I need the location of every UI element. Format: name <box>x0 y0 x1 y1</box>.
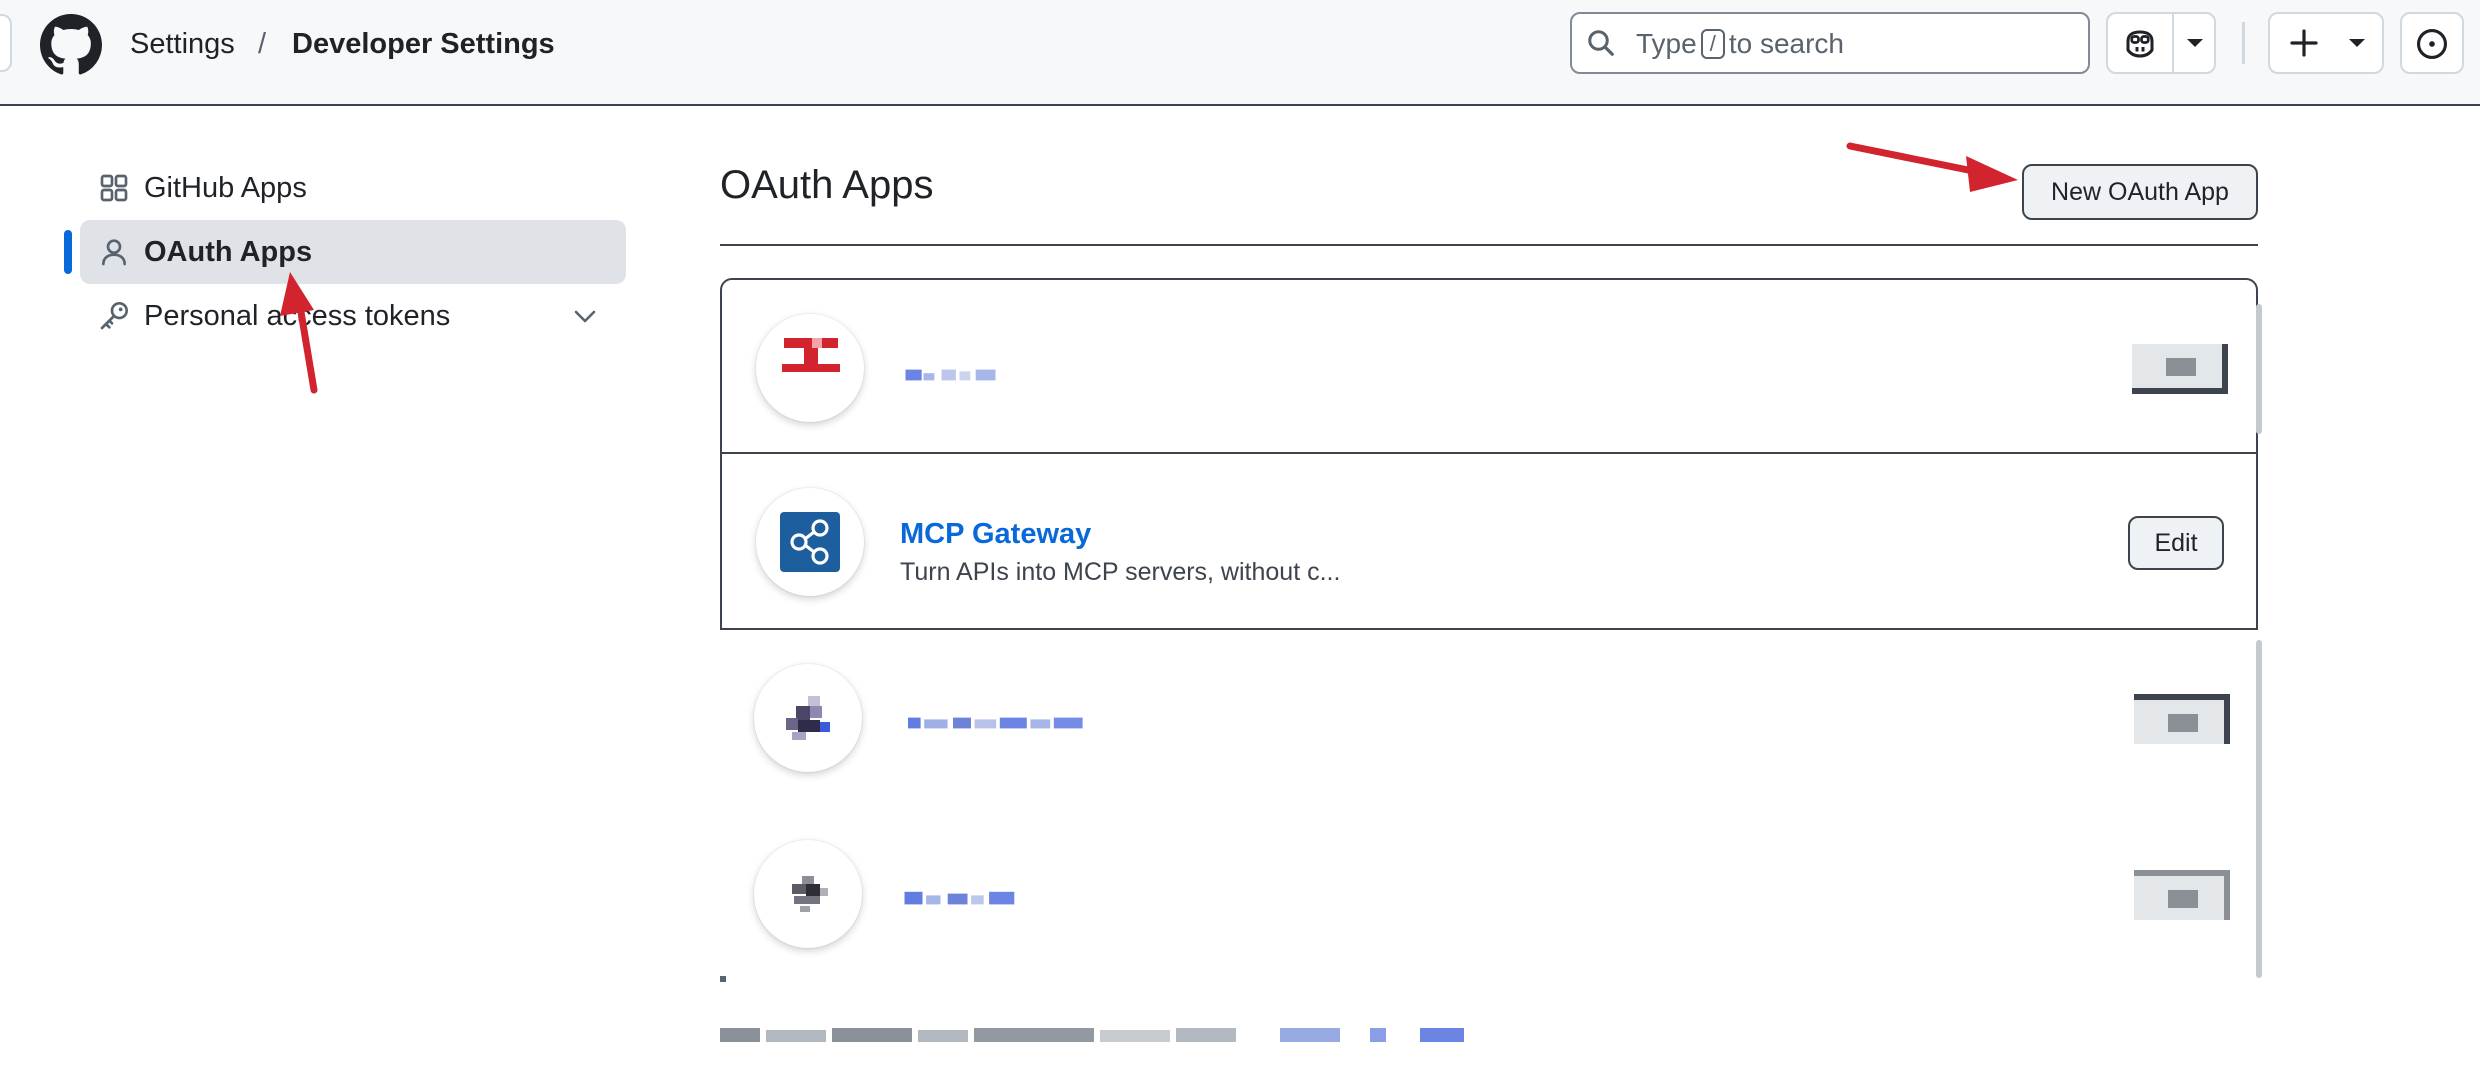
app-logo-icon <box>782 338 840 372</box>
list-end-marker <box>720 976 726 982</box>
sidebar-item-github-apps[interactable]: GitHub Apps <box>80 156 626 220</box>
app-avatar <box>756 488 864 596</box>
list-item <box>720 278 2258 454</box>
app-avatar <box>756 314 864 422</box>
apps-grid-icon <box>100 174 128 202</box>
issues-button[interactable] <box>2400 12 2464 74</box>
edit-button[interactable] <box>2134 694 2230 744</box>
list-item <box>720 630 2258 806</box>
search-icon <box>1588 30 1614 56</box>
blurred-app-name <box>904 891 1015 905</box>
sidebar-item-oauth-apps[interactable]: OAuth Apps <box>80 220 626 284</box>
new-oauth-app-button[interactable]: New OAuth App <box>2022 164 2258 220</box>
arrow-to-new-oauth-app <box>1846 142 2018 192</box>
blurred-footer-text <box>720 1028 1464 1042</box>
edit-button[interactable] <box>2134 870 2230 920</box>
oauth-apps-list: MCP Gateway Turn APIs into MCP servers, … <box>720 278 2258 978</box>
app-logo-icon <box>792 876 828 912</box>
breadcrumb-developer-settings[interactable]: Developer Settings <box>292 26 555 62</box>
create-new-button[interactable] <box>2268 12 2384 74</box>
sidebar-item-label: Personal access tokens <box>144 300 451 332</box>
sidebar-item-label: OAuth Apps <box>144 236 313 268</box>
chevron-down-icon[interactable] <box>2184 36 2206 50</box>
person-icon <box>102 239 126 266</box>
sidebar-item-personal-access-tokens[interactable]: Personal access tokens <box>80 284 626 348</box>
top-header: Settings / Developer Settings Type / to se… <box>0 0 2480 106</box>
edit-button[interactable] <box>2132 344 2228 394</box>
search-prefix: Type <box>1636 28 1697 59</box>
sidebar-toggle-button[interactable] <box>0 14 12 72</box>
key-icon <box>100 302 128 330</box>
active-indicator <box>64 230 72 274</box>
sidebar-item-label: GitHub Apps <box>144 172 307 204</box>
blurred-app-name <box>908 717 1083 729</box>
plus-icon <box>2290 29 2318 57</box>
app-avatar <box>754 664 862 772</box>
scrollbar-thumb[interactable] <box>2256 640 2262 978</box>
github-logo-icon[interactable] <box>40 14 102 76</box>
header-divider <box>2242 22 2245 64</box>
list-item <box>720 806 2258 982</box>
search-shortcut-key: / <box>1700 29 1725 59</box>
list-item: MCP Gateway Turn APIs into MCP servers, … <box>720 454 2258 630</box>
search-input[interactable]: Type / to search <box>1570 12 2090 74</box>
scrollbar-thumb[interactable] <box>2256 304 2262 434</box>
blurred-app-name <box>905 369 996 381</box>
chevron-down-icon <box>2349 39 2365 47</box>
chevron-down-icon[interactable] <box>572 304 598 328</box>
breadcrumb-settings[interactable]: Settings <box>130 26 235 62</box>
title-divider <box>720 244 2258 246</box>
app-description: Turn APIs into MCP servers, without c... <box>900 558 1341 586</box>
issue-opened-icon <box>2416 28 2448 60</box>
edit-button[interactable]: Edit <box>2128 516 2224 570</box>
copilot-button[interactable] <box>2106 12 2216 74</box>
share-nodes-icon <box>780 512 840 572</box>
app-name-link[interactable]: MCP Gateway <box>900 516 1091 552</box>
app-logo-icon <box>786 696 830 740</box>
breadcrumb-separator: / <box>258 28 267 60</box>
search-suffix: to search <box>1728 28 1844 59</box>
copilot-icon <box>2126 30 2154 58</box>
search-placeholder: Type / to search <box>1636 27 1844 61</box>
app-avatar <box>754 840 862 948</box>
page-title: OAuth Apps <box>720 163 934 207</box>
